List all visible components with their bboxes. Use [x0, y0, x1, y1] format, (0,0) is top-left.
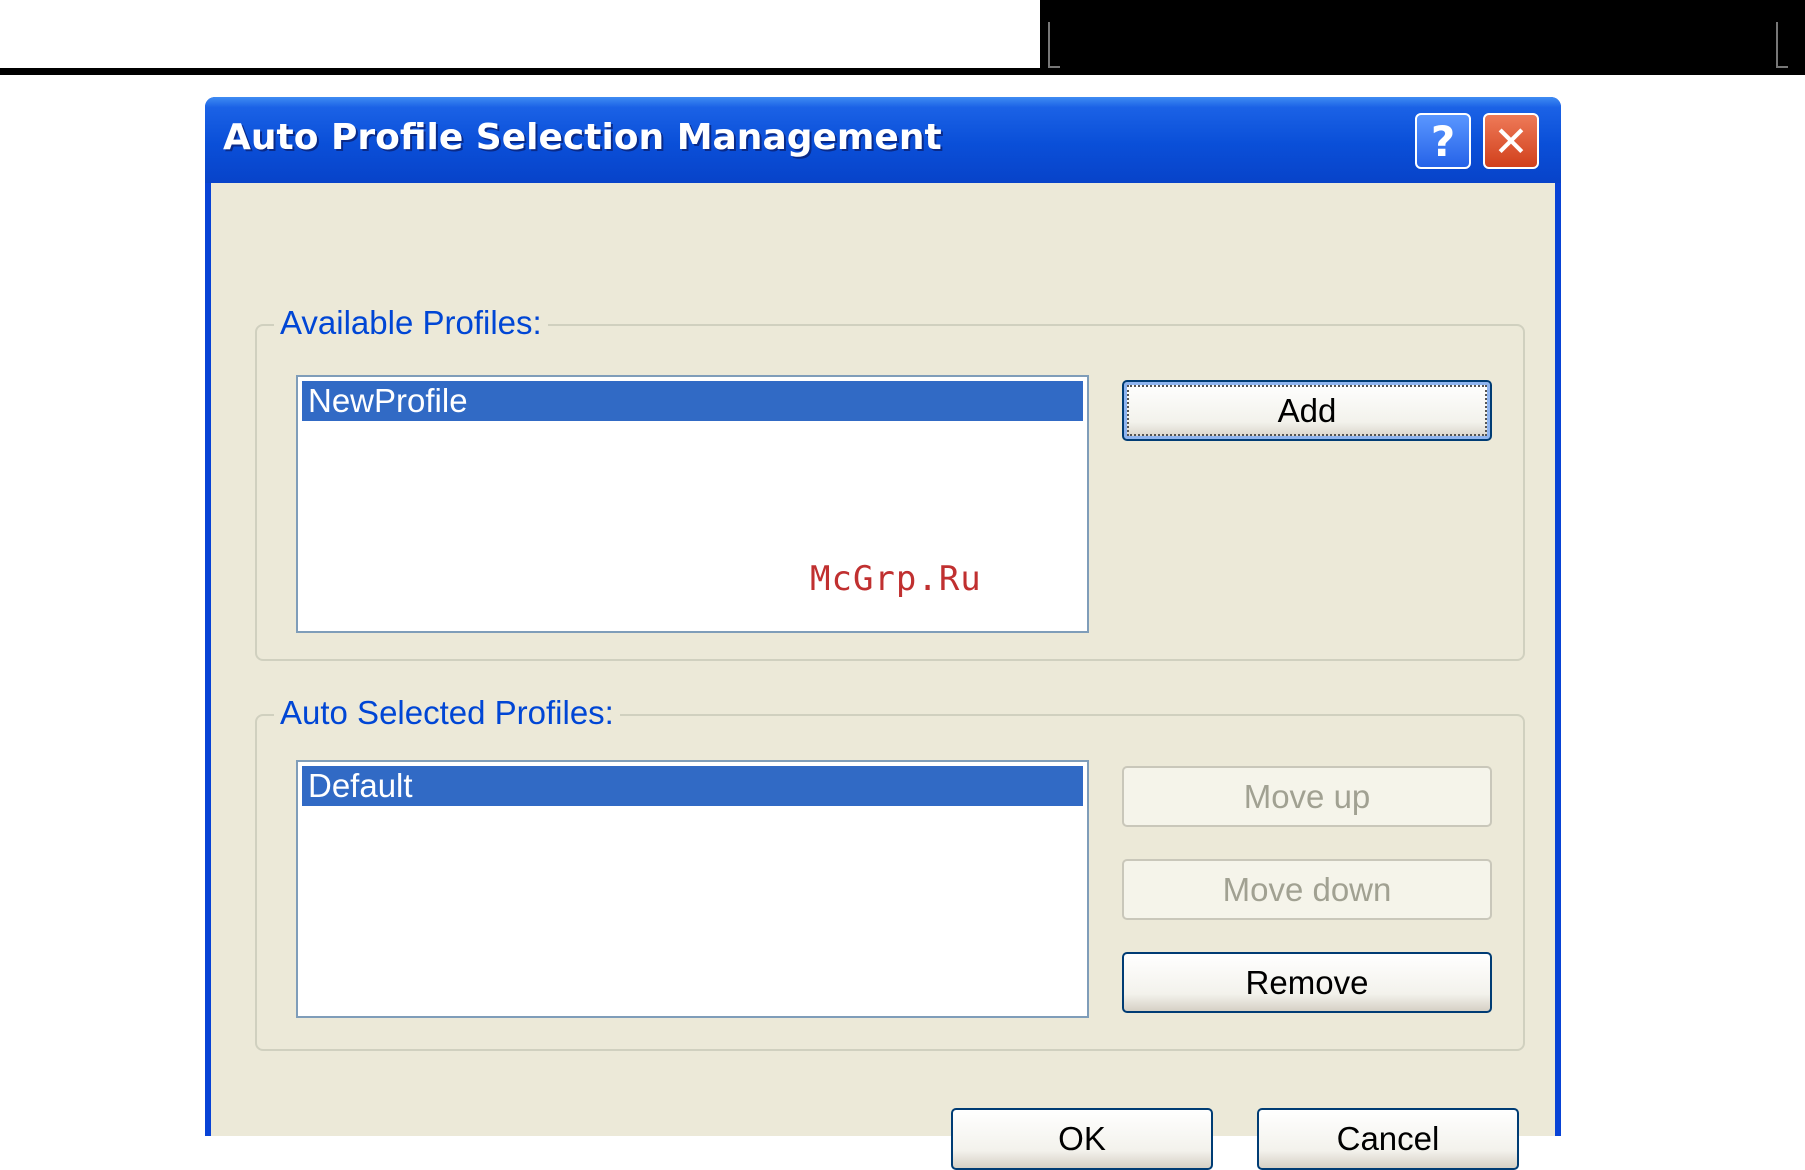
watermark: McGrp.Ru [810, 559, 982, 599]
dialog-client-area: Available Profiles: NewProfile Add Auto … [211, 183, 1555, 1170]
auto-selected-profiles-label: Auto Selected Profiles: [274, 694, 620, 732]
remove-button[interactable]: Remove [1122, 952, 1492, 1013]
ok-button[interactable]: OK [951, 1108, 1213, 1170]
close-icon: ✕ [1493, 116, 1529, 166]
add-button[interactable]: Add [1122, 380, 1492, 441]
cancel-button[interactable]: Cancel [1257, 1108, 1519, 1170]
title-bar[interactable]: Auto Profile Selection Management ? ✕ [205, 97, 1561, 183]
document-header-bar [1040, 0, 1805, 75]
dialog-title: Auto Profile Selection Management [223, 117, 942, 158]
auto-selected-profiles-list[interactable]: Default [296, 760, 1089, 1018]
move-up-button[interactable]: Move up [1122, 766, 1492, 827]
corner-mark-left [1048, 22, 1060, 68]
help-button[interactable]: ? [1415, 113, 1471, 169]
dialog-window: Auto Profile Selection Management ? ✕ Av… [205, 97, 1561, 1170]
close-button[interactable]: ✕ [1483, 113, 1539, 169]
move-down-button[interactable]: Move down [1122, 859, 1492, 920]
list-item[interactable]: NewProfile [302, 381, 1083, 421]
list-item[interactable]: Default [302, 766, 1083, 806]
help-icon: ? [1430, 116, 1456, 166]
available-profiles-label: Available Profiles: [274, 304, 548, 342]
corner-mark-right [1776, 22, 1788, 68]
header-rule [0, 68, 1805, 75]
